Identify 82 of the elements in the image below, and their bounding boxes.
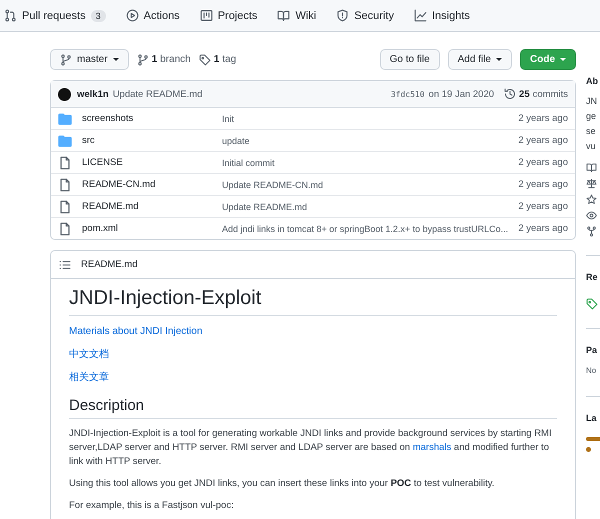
readme-filename: README.md: [81, 259, 138, 270]
file-commit-message[interactable]: Init: [222, 114, 512, 124]
tags-link[interactable]: 1 tag: [198, 54, 236, 66]
file-name[interactable]: src: [82, 135, 222, 146]
book-icon: [586, 162, 597, 173]
paragraph: For example, this is a Fastjson vul-poc:: [69, 499, 235, 513]
list-icon: [59, 258, 71, 270]
tag-icon: [198, 54, 211, 66]
readme-link[interactable]: 中文文档: [69, 349, 109, 360]
scale-icon: [586, 178, 597, 189]
nav-tab[interactable]: Actions: [118, 9, 188, 22]
commit-message[interactable]: Update README.md: [112, 88, 202, 100]
readme-link[interactable]: Materials about JNDI Injection: [69, 326, 202, 337]
fork-icon: [586, 226, 597, 237]
paragraph: Using this tool allows you get JNDI links, you can insert these links into your POC to test vulnerability.: [69, 477, 496, 491]
board-icon: [200, 9, 213, 22]
file-age: 2 years ago: [518, 135, 568, 146]
folder-icon: [58, 112, 72, 126]
file-name[interactable]: pom.xml: [82, 223, 222, 234]
file-icon: [58, 200, 72, 214]
file-icon: [58, 156, 72, 170]
about-heading: Ab: [586, 76, 599, 88]
readme-title: JNDI-Injection-Exploit: [69, 287, 557, 316]
tag-icon: [586, 298, 598, 310]
go-to-file-button[interactable]: Go to file: [380, 49, 440, 70]
file-icon: [58, 222, 72, 236]
file-age: 2 years ago: [518, 223, 568, 234]
nav-tab[interactable]: Pull requests 3: [0, 9, 114, 22]
file-commit-message[interactable]: Update README-CN.md: [222, 180, 512, 190]
caret-icon: [560, 58, 566, 61]
file-commit-message[interactable]: update: [222, 136, 512, 146]
packages-heading: Pa: [586, 345, 598, 357]
history-icon: [504, 88, 516, 100]
nav-tab[interactable]: Projects: [192, 9, 266, 22]
file-name[interactable]: README-CN.md: [82, 179, 222, 190]
about-text: JN: [586, 95, 598, 108]
caret-icon: [112, 58, 119, 61]
graph-icon: [414, 9, 427, 22]
commit-date: on 19 Jan 2020: [428, 88, 494, 100]
file-commit-message[interactable]: Update README.md: [222, 202, 512, 212]
branch-icon: [60, 54, 72, 66]
file-icon: [58, 178, 72, 192]
avatar-circle: [58, 88, 71, 100]
nav-tab[interactable]: Security: [328, 9, 402, 22]
file-name[interactable]: README.md: [82, 201, 222, 212]
pull-request-icon: [4, 9, 17, 22]
branches-link[interactable]: 1 branch: [136, 54, 191, 66]
section-heading: Description: [69, 397, 557, 419]
file-commit-message[interactable]: Add jndi links in tomcat 8+ or springBoot 1.2.x+ to bypass trustURLCo...: [222, 224, 512, 234]
count-badge: 3: [90, 10, 106, 22]
eye-icon: [586, 210, 597, 221]
file-age: 2 years ago: [518, 201, 568, 212]
file-commit-message[interactable]: Initial commit: [222, 158, 512, 168]
about-text: vu: [586, 140, 597, 153]
add-file-button[interactable]: Add file: [448, 49, 512, 70]
releases-heading: Re: [586, 272, 599, 284]
readme-link[interactable]: 相关文章: [69, 372, 109, 383]
shield-icon: [336, 9, 350, 22]
packages-text: No: [586, 365, 598, 377]
file-name[interactable]: LICENSE: [82, 157, 222, 168]
nav-tab[interactable]: Wiki: [269, 9, 324, 22]
file-age: 2 years ago: [518, 113, 568, 124]
play-circle-icon: [126, 9, 139, 22]
branch-icon: [136, 54, 149, 66]
book-icon: [277, 9, 290, 22]
commits-link[interactable]: 25 commits: [504, 88, 568, 100]
star-icon: [586, 194, 597, 205]
file-name[interactable]: screenshots: [82, 113, 222, 124]
languages-heading: La: [586, 413, 598, 425]
file-age: 2 years ago: [518, 179, 568, 190]
about-text: ge: [586, 110, 598, 123]
file-age: 2 years ago: [518, 157, 568, 168]
language-dot: [586, 447, 591, 452]
commit-author[interactable]: welk1n: [77, 88, 109, 100]
about-text: se: [586, 125, 597, 138]
inline-link[interactable]: marshals: [412, 442, 452, 453]
caret-icon: [496, 58, 502, 61]
paragraph: JNDI-Injection-Exploit is a tool for generating workable JNDI links and provide background services by starting RMI server,LDAP server and HTTP server. RMI server and LDAP server are based on marshals and modified further to link with HTTP server.: [69, 427, 553, 469]
branch-select-button[interactable]: master: [50, 49, 129, 70]
nav-tab[interactable]: Insights: [406, 9, 478, 22]
folder-icon: [58, 134, 72, 148]
commit-sha[interactable]: 3fdc510: [390, 90, 425, 98]
